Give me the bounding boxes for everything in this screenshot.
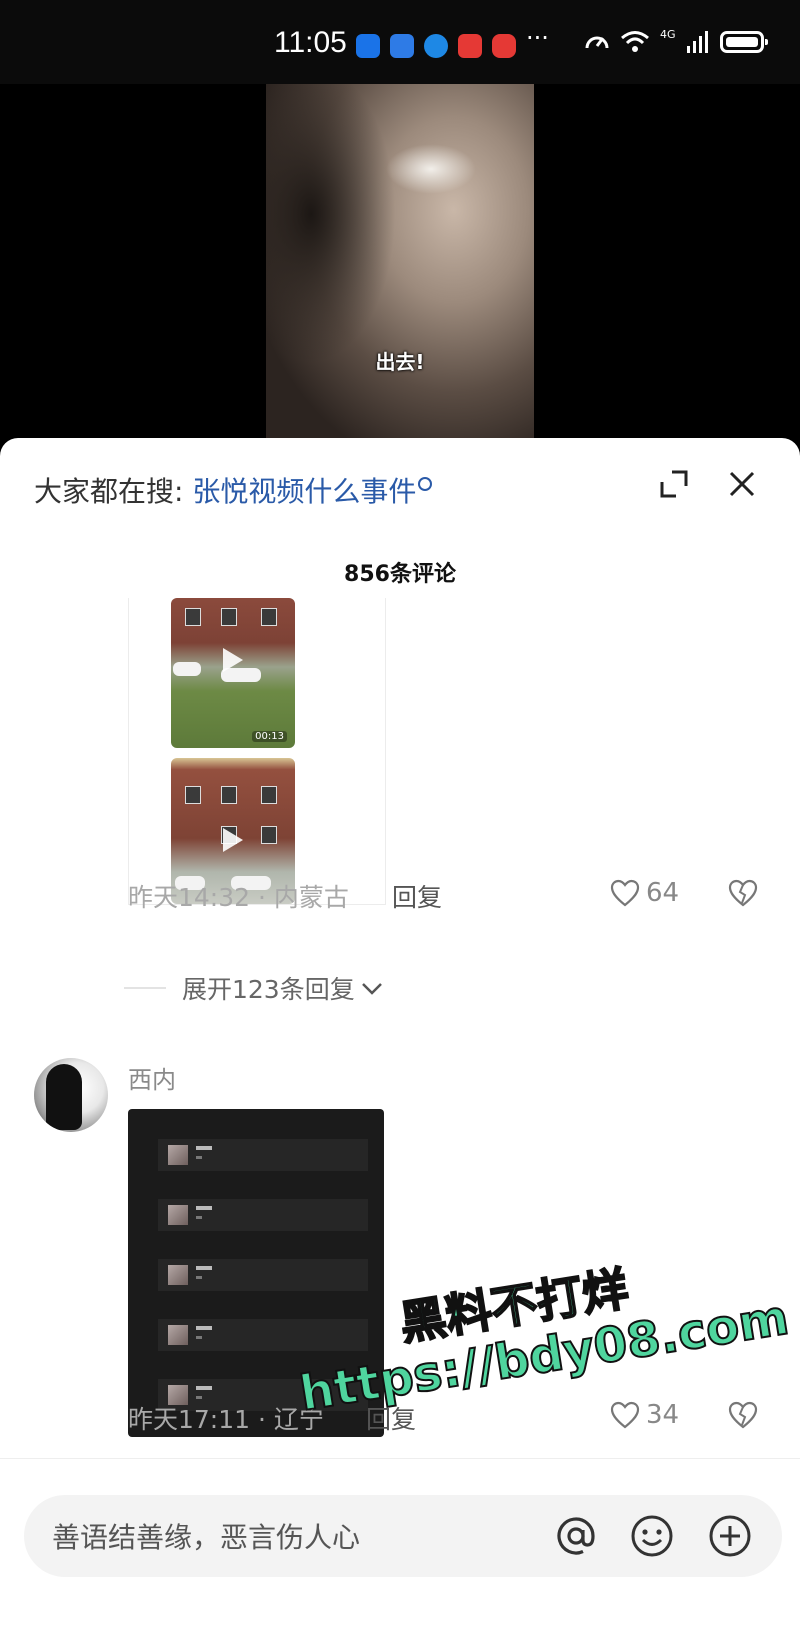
shop-app-icon	[458, 34, 482, 58]
mini-text	[196, 1336, 202, 1339]
like-button[interactable]: 64	[610, 878, 679, 908]
search-icon	[418, 477, 433, 491]
avatar-figure	[46, 1064, 82, 1130]
mini-text	[196, 1216, 202, 1219]
video-thumbnail[interactable]: 00:13	[171, 598, 295, 748]
divider	[124, 987, 166, 989]
add-icon[interactable]	[706, 1512, 754, 1560]
cell-signal-icon	[686, 31, 708, 53]
avatar[interactable]	[34, 1058, 108, 1132]
comment-username[interactable]: 西内	[128, 1060, 176, 1095]
mini-thumbnail	[168, 1265, 188, 1285]
emoji-icon[interactable]	[628, 1512, 676, 1560]
broken-heart-icon[interactable]	[728, 879, 758, 907]
wifi-icon	[621, 31, 649, 52]
comment-input[interactable]	[50, 1495, 514, 1579]
play-icon	[223, 828, 243, 852]
like-count: 34	[646, 1400, 680, 1430]
status-time: 11:05	[274, 26, 347, 59]
chevron-down-icon	[361, 983, 382, 995]
comment-video-attachment[interactable]: 00:13	[128, 598, 386, 905]
network-type-label: 4G	[660, 27, 676, 41]
mini-text	[196, 1206, 212, 1210]
signal-app-icon	[390, 34, 414, 58]
speedometer-icon	[585, 36, 609, 49]
mini-text	[196, 1396, 202, 1399]
comment-count: 856条评论	[344, 562, 456, 587]
expand-icon[interactable]	[658, 468, 690, 500]
heart-icon	[610, 879, 640, 907]
browser-app-icon	[424, 34, 448, 58]
trending-search-prefix: 大家都在搜:	[34, 475, 184, 508]
comment-meta: 昨天14:32 · 内蒙古	[128, 883, 349, 912]
mini-text	[196, 1326, 212, 1330]
mini-thumbnail	[168, 1145, 188, 1165]
mini-text	[196, 1156, 202, 1159]
mini-text	[196, 1386, 212, 1390]
reply-button[interactable]: 回复	[366, 1400, 416, 1436]
mini-thumbnail	[168, 1205, 188, 1225]
message-app-icon	[356, 34, 380, 58]
status-indicators: 4G	[584, 27, 768, 54]
reply-button[interactable]: 回复	[392, 878, 442, 914]
mini-text	[196, 1266, 212, 1270]
video-subtitle: 出去!	[375, 350, 425, 374]
comment-input-bar	[0, 1458, 800, 1649]
battery-icon	[719, 31, 768, 53]
building-window	[261, 608, 277, 626]
more-notifications-icon: ···	[526, 24, 549, 52]
mention-icon[interactable]	[552, 1512, 600, 1560]
mini-text	[196, 1146, 212, 1150]
like-button[interactable]: 34	[610, 1400, 679, 1430]
trending-search-term[interactable]: 张悦视频什么事件	[192, 475, 416, 508]
building-window	[221, 786, 237, 804]
mini-text	[196, 1276, 202, 1279]
video-duration: 00:13	[252, 731, 287, 742]
chat-list-item	[158, 1259, 368, 1291]
chat-list-item	[158, 1139, 368, 1171]
building-window	[261, 786, 277, 804]
comment-input-pill	[24, 1495, 782, 1579]
like-count: 64	[646, 878, 680, 908]
building-window	[185, 608, 201, 626]
building-window	[221, 608, 237, 626]
play-icon	[223, 648, 243, 672]
broken-heart-icon[interactable]	[728, 1401, 758, 1429]
status-bar: 11:05 ··· 4G	[0, 0, 800, 84]
video-frame[interactable]: 出去!	[266, 84, 534, 444]
building-window	[261, 826, 277, 844]
expand-replies-button[interactable]: 展开123条回复	[124, 970, 385, 1006]
comment-image-attachment[interactable]	[128, 1109, 384, 1437]
building-window	[185, 786, 201, 804]
comment-meta: 昨天17:11 · 辽宁	[128, 1405, 324, 1434]
close-icon[interactable]	[726, 468, 758, 500]
heart-icon	[610, 1401, 640, 1429]
chat-list-item	[158, 1319, 368, 1351]
trending-search[interactable]: 大家都在搜: 张悦视频什么事件	[34, 470, 433, 510]
video-player[interactable]: 出去!	[0, 84, 800, 444]
red-app-icon	[492, 34, 516, 58]
video-shadow	[266, 84, 396, 364]
car-shape	[173, 662, 201, 676]
video-highlight	[386, 144, 476, 194]
mini-thumbnail	[168, 1325, 188, 1345]
expand-replies-label: 展开123条回复	[182, 975, 355, 1004]
chat-list-item	[158, 1199, 368, 1231]
